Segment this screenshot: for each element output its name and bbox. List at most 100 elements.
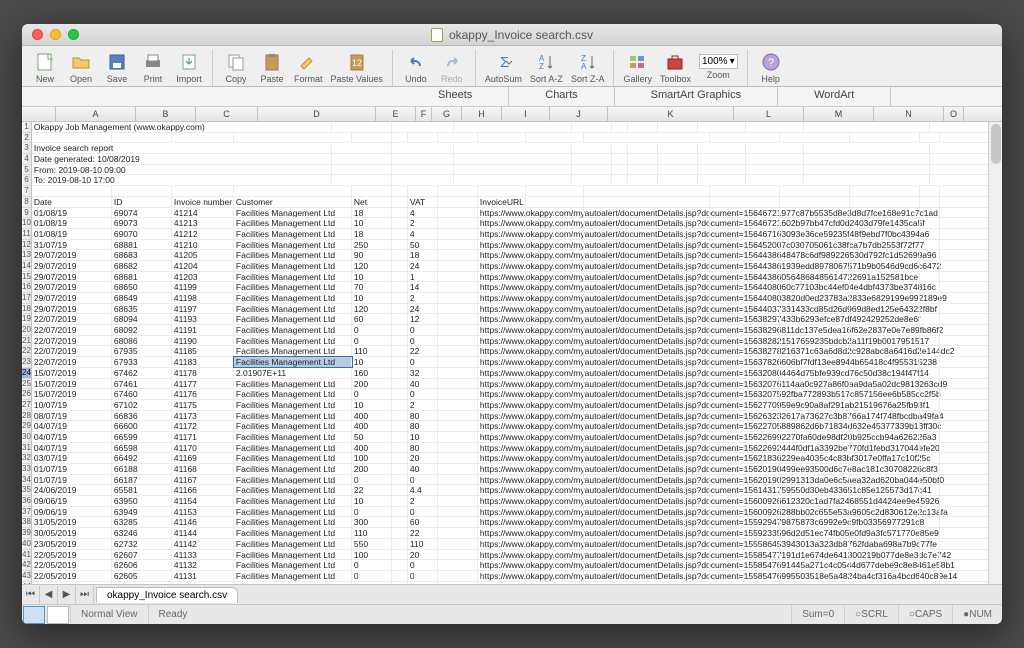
cell[interactable] [526,325,584,335]
cell[interactable] [710,133,780,143]
cell[interactable] [526,432,584,442]
cell[interactable]: 01/08/19 [32,218,112,228]
column-header[interactable]: I [502,107,550,121]
cell[interactable] [438,197,478,207]
cell[interactable]: https://www.okappy.com/myautoalert/docum… [478,432,526,442]
cell[interactable] [746,165,804,175]
cell[interactable] [584,379,710,389]
cell[interactable] [526,464,584,474]
column-header[interactable]: C [196,107,258,121]
cell[interactable] [780,507,850,517]
cell[interactable] [392,272,408,282]
cell[interactable]: 41168 [172,464,234,474]
cell[interactable] [584,186,710,196]
cell[interactable] [920,400,940,410]
select-all-corner[interactable] [22,107,56,121]
cell[interactable] [850,560,920,570]
minimize-window-button[interactable] [50,29,61,40]
cell[interactable] [438,485,478,495]
cell[interactable] [172,133,234,143]
cell[interactable]: Facilities Management Ltd [234,336,352,346]
sheet-nav-first[interactable]: ⏮ [22,586,40,604]
cell[interactable] [710,250,780,260]
cell[interactable] [438,272,478,282]
cell[interactable] [526,443,584,453]
cell[interactable]: https://www.okappy.com/myautoalert/docum… [478,475,526,485]
cell[interactable] [920,133,940,143]
cell[interactable]: https://www.okappy.com/myautoalert/docum… [478,485,526,495]
cell[interactable] [850,453,920,463]
cell[interactable] [710,261,780,271]
cell[interactable] [780,528,850,538]
cell[interactable] [780,346,850,356]
cell[interactable]: 70 [352,282,392,292]
cell[interactable] [584,250,710,260]
cell[interactable] [438,336,478,346]
cell[interactable] [746,122,804,132]
cell[interactable]: https://www.okappy.com/myautoalert/docum… [478,240,526,250]
cell[interactable] [438,560,478,570]
row-header[interactable]: 41 [22,550,31,561]
cell[interactable] [850,485,920,495]
cell[interactable] [698,175,746,185]
tab-smartart[interactable]: SmartArt Graphics [615,87,778,106]
cell[interactable] [710,314,780,324]
cell[interactable] [438,186,478,196]
cell-grid[interactable]: Okappy Job Management (www.okappy.com)In… [32,122,1002,584]
cell[interactable] [332,122,392,132]
cell[interactable] [746,154,804,164]
cell[interactable] [438,240,478,250]
cell[interactable] [392,550,408,560]
cell[interactable] [850,432,920,442]
cell[interactable] [920,464,940,474]
cell[interactable]: Facilities Management Ltd [234,550,352,560]
cell[interactable] [584,133,710,143]
cell[interactable]: https://www.okappy.com/myautoalert/docum… [478,346,526,356]
cell[interactable]: 10 [352,218,392,228]
cell[interactable]: 0 [408,507,438,517]
cell[interactable] [526,507,584,517]
cell[interactable] [392,282,408,292]
cell[interactable]: 400 [352,443,392,453]
cell[interactable] [710,325,780,335]
cell[interactable]: 12 [408,314,438,324]
cell[interactable]: 68092 [112,325,172,335]
cell[interactable]: 222 [408,582,438,584]
cell[interactable] [438,346,478,356]
cell[interactable]: 41190 [172,336,234,346]
cell[interactable]: 04/07/19 [32,421,112,431]
zoom-value[interactable]: 100%▾ [699,54,738,69]
cell[interactable]: 80 [408,411,438,421]
zoom-window-button[interactable] [68,29,79,40]
cell[interactable] [438,314,478,324]
cell[interactable]: 0 [352,507,392,517]
cell[interactable] [526,368,584,378]
cell[interactable]: https://www.okappy.com/myautoalert/docum… [478,400,526,410]
cell[interactable] [780,304,850,314]
cell[interactable]: Facilities Management Ltd [234,496,352,506]
row-header[interactable]: 23 [22,357,31,368]
cell[interactable] [392,464,408,474]
cell[interactable] [392,389,408,399]
copy-button[interactable]: Copy [219,50,253,85]
cell[interactable] [710,357,780,367]
cell[interactable]: Facilities Management Ltd [234,314,352,324]
cell[interactable]: 66598 [112,443,172,453]
cell[interactable]: https://www.okappy.com/myautoalert/docum… [478,293,526,303]
cell[interactable]: 68683 [112,250,172,260]
cell[interactable]: Facilities Management Ltd [234,208,352,218]
cell[interactable] [920,336,940,346]
cell[interactable]: 41191 [172,325,234,335]
cell[interactable] [408,186,438,196]
cell[interactable]: 01/08/19 [32,229,112,239]
cell[interactable] [710,240,780,250]
cell[interactable] [438,507,478,517]
column-header[interactable]: G [432,107,462,121]
cell[interactable] [584,507,710,517]
cell[interactable]: 29/07/2019 [32,250,112,260]
cell[interactable]: 41169 [172,453,234,463]
cell[interactable] [850,517,920,527]
cell[interactable]: 29/07/2019 [32,293,112,303]
cell[interactable]: https://www.okappy.com/myautoalert/docum… [478,368,526,378]
row-header[interactable]: 1 [22,122,31,133]
